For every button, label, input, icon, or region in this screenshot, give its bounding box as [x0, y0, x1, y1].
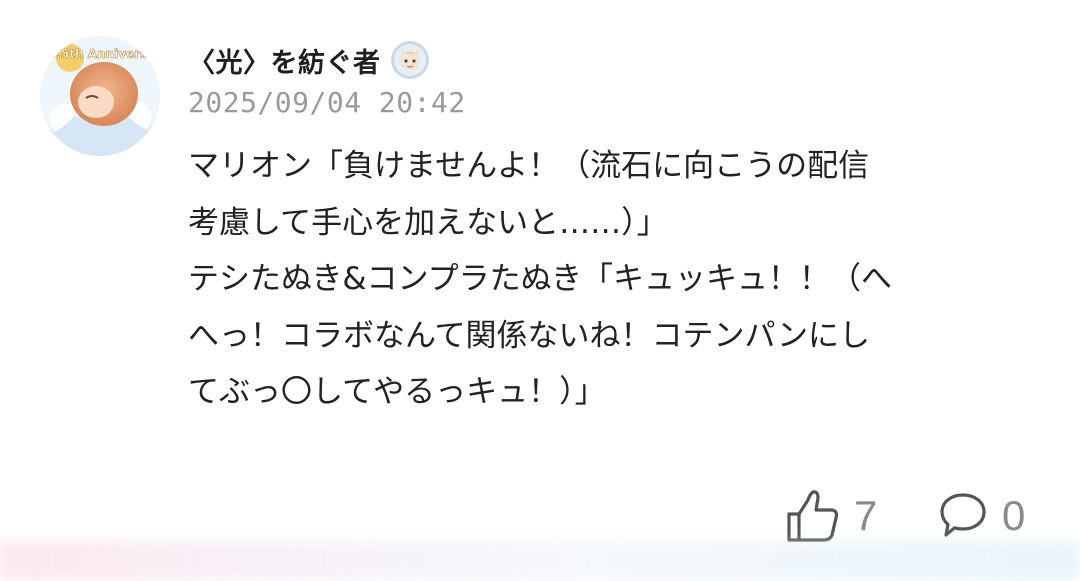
avatar-image: 0.5th Anniversary: [40, 36, 160, 156]
username[interactable]: 〈光〉を紡ぐ者: [188, 41, 381, 80]
reply-count: 0: [1002, 492, 1026, 539]
comment-card: 0.5th Anniversary 〈光〉を紡ぐ者 2025/09/04 20:…: [0, 0, 1080, 581]
comment-timestamp: 2025/09/04 20:42: [188, 86, 466, 119]
comment-line: てぶっ〇してやるっキュ！）」: [188, 374, 606, 410]
comment-line: へっ！コラボなんて関係ないね！コテンパンにし: [188, 317, 870, 354]
comment-body: マリオン「負けませんよ！（流石に向こうの配信 考慮して手心を加えないと……）」 …: [188, 138, 1048, 421]
comment-line: テシたぬき&コンプラたぬき「キュッキュ！！（へ: [188, 261, 893, 297]
like-button[interactable]: 7: [786, 488, 877, 544]
username-row: 〈光〉を紡ぐ者: [188, 40, 429, 80]
thumbs-up-icon: [786, 488, 840, 544]
bottom-gradient-fade: [0, 541, 1080, 581]
like-count: 7: [854, 492, 878, 539]
anniversary-badge-text: 0.5th Anniversary: [48, 47, 160, 61]
user-title-badge-icon: [390, 41, 429, 79]
avatar[interactable]: 0.5th Anniversary: [40, 36, 160, 156]
speech-bubble-icon: [938, 491, 988, 541]
reply-button[interactable]: 0: [938, 488, 1025, 544]
comment-line: 考慮して手心を加えないと……）」: [188, 204, 668, 241]
comment-line: マリオン「負けませんよ！（流石に向こうの配信: [188, 148, 870, 184]
comment-actions: 7 0: [0, 488, 1080, 548]
